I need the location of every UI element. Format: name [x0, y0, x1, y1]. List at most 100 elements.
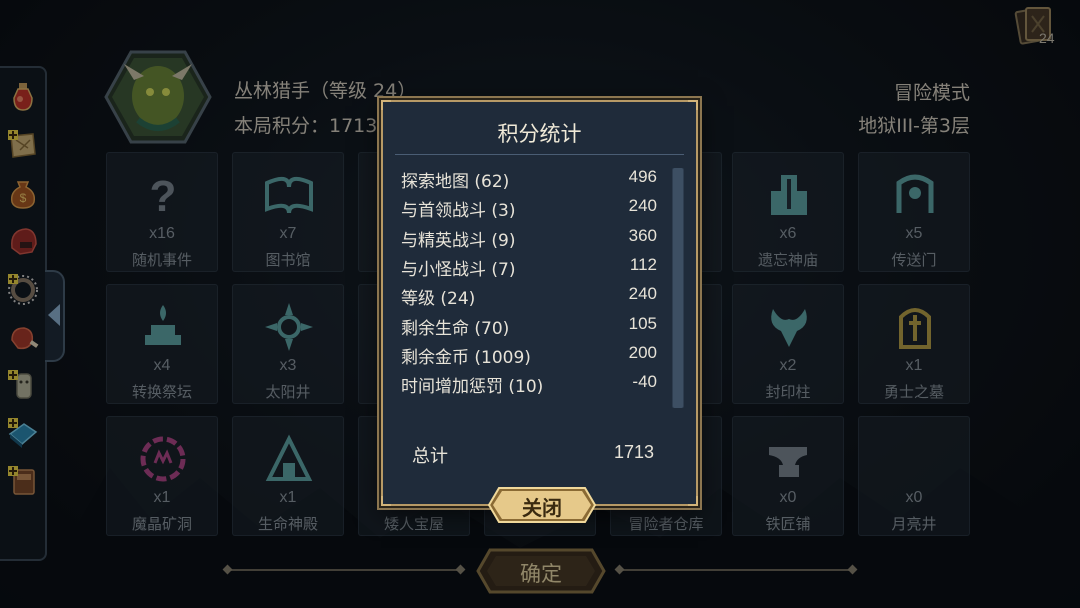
tile-count: x4: [153, 357, 171, 374]
tile-count: x5: [905, 225, 923, 242]
tile-count: x3: [279, 357, 297, 374]
tile-name: 转换祭坛: [131, 383, 192, 401]
tile-count: x2: [779, 357, 797, 374]
score-row-value: 112: [629, 254, 657, 274]
confirm-button-label: 确定: [520, 562, 562, 586]
score-row: 等级 (24) 240: [401, 281, 663, 310]
scrollbar[interactable]: [672, 168, 684, 408]
tile-name: 遗忘神庙: [757, 251, 818, 269]
location-tile[interactable]: x1 勇士之墓: [858, 284, 970, 404]
tile-count: x0: [779, 489, 797, 506]
portal-icon: [889, 169, 941, 221]
meat-icon[interactable]: [6, 320, 40, 354]
score-row: 探索地图 (62) 496: [401, 164, 663, 193]
tile-name: 随机事件: [131, 251, 192, 269]
location-tile[interactable]: x1 生命神殿: [232, 416, 344, 536]
title-divider: [395, 154, 684, 155]
score-row: 与首领战斗 (3) 240: [401, 193, 663, 222]
tile-name: 勇士之墓: [883, 383, 944, 401]
anvil-icon: [763, 433, 815, 485]
hero-portrait[interactable]: [104, 50, 212, 144]
mode-title: 冒险模式: [893, 82, 970, 104]
right-divider: [620, 569, 852, 571]
blue-tome-icon[interactable]: [6, 416, 40, 450]
score-row-label: 与首领战斗 (3): [401, 201, 516, 222]
warrior-tomb-icon: [889, 301, 941, 353]
tile-count: x16: [149, 225, 175, 242]
score-row-label: 与小怪战斗 (7): [401, 259, 516, 280]
tile-count: x0: [905, 489, 923, 506]
location-tile[interactable]: x3 太阳井: [232, 284, 344, 404]
question-mark-icon: ?: [137, 169, 189, 221]
score-row-value: 240: [628, 284, 657, 304]
close-button-label: 关闭: [522, 496, 562, 520]
mode-floor: 地狱III-第3层: [858, 115, 970, 137]
forgotten-temple-icon: [763, 169, 815, 221]
tile-name: 传送门: [891, 251, 937, 269]
score-row: 与精英战斗 (9) 360: [401, 223, 663, 252]
stone-idol-icon[interactable]: [6, 368, 40, 402]
tile-count: x1: [279, 489, 297, 506]
score-row-label: 时间增加惩罚 (10): [401, 377, 544, 398]
location-tile[interactable]: x0 铁匠铺: [732, 416, 844, 536]
score-row-value: 240: [628, 196, 657, 216]
score-row-value: -40: [632, 372, 657, 392]
score-row-label: 等级 (24): [401, 289, 476, 310]
tile-name: 生命神殿: [257, 515, 318, 533]
confirm-button[interactable]: 确定: [476, 548, 606, 594]
score-row: 剩余生命 (70) 105: [401, 311, 663, 340]
score-row-label: 剩余生命 (70): [401, 318, 510, 339]
location-tile[interactable]: x2 封印柱: [732, 284, 844, 404]
spiked-ring-icon[interactable]: [6, 272, 40, 306]
location-tile[interactable]: x1 魔晶矿洞: [106, 416, 218, 536]
chevron-left-icon: [48, 304, 60, 326]
tile-name: 冒险者仓库: [628, 515, 704, 533]
score-row: 与小怪战斗 (7) 112: [401, 252, 663, 281]
score-row-value: 360: [628, 225, 657, 245]
close-button[interactable]: 关闭: [487, 486, 597, 524]
tile-count: x1: [153, 489, 171, 506]
location-tile[interactable]: x0 月亮井: [858, 416, 970, 536]
tile-name: 矮人宝屋: [383, 515, 444, 533]
dialog-title: 积分统计: [497, 122, 582, 146]
svg-text:?: ?: [150, 172, 177, 221]
map-scroll-icon[interactable]: [6, 128, 40, 162]
item-bar-collapse-tab[interactable]: [45, 270, 65, 362]
tile-name: 封印柱: [765, 383, 811, 401]
crystal-mine-icon: [137, 433, 189, 485]
brown-tome-icon[interactable]: [6, 464, 40, 498]
location-tile[interactable]: x7 图书馆: [232, 152, 344, 272]
corner-ornament: [381, 496, 391, 506]
score-stats-dialog: 积分统计 探索地图 (62) 496 与首领战斗 (3) 240 与精英战斗 (9) 36…: [381, 100, 698, 523]
gold-pouch-icon[interactable]: $: [6, 176, 40, 210]
corner-ornament: [688, 100, 698, 110]
item-bar: $: [0, 66, 47, 561]
score-row-label: 剩余金币 (1009): [401, 347, 531, 368]
location-tile[interactable]: x5 传送门: [858, 152, 970, 272]
game-screen: 24 丛林猎手（等级 24） 本局积分：1713 冒险模式 地狱III-第3层 …: [0, 0, 1080, 608]
scrollbar-thumb[interactable]: [673, 168, 683, 408]
score-row-label: 与精英战斗 (9): [401, 230, 516, 251]
location-tile[interactable]: x6 遗忘神庙: [732, 152, 844, 272]
sun-well-icon: [263, 301, 315, 353]
location-tile[interactable]: ? x16 随机事件: [106, 152, 218, 272]
tile-name: 图书馆: [265, 251, 311, 269]
total-value: 1713: [613, 442, 654, 462]
run-score: 本局积分：1713: [234, 115, 378, 137]
tile-count: x6: [779, 225, 797, 242]
tile-name: 魔晶矿洞: [131, 515, 192, 533]
red-potion-icon[interactable]: [6, 80, 40, 114]
red-helmet-icon[interactable]: [6, 224, 40, 258]
seal-pillar-icon: [763, 301, 815, 353]
svg-text:$: $: [20, 191, 27, 205]
score-row-label: 探索地图 (62): [401, 172, 510, 192]
score-row-value: 496: [628, 167, 657, 186]
score-row: 剩余金币 (1009) 200: [401, 340, 663, 369]
open-book-icon: [263, 169, 315, 221]
corner-ornament: [688, 496, 698, 506]
corner-ornament: [381, 100, 391, 110]
tile-name: 月亮井: [891, 515, 937, 533]
life-shrine-icon: [263, 433, 315, 485]
location-tile[interactable]: x4 转换祭坛: [106, 284, 218, 404]
moon-well-icon: [889, 433, 941, 485]
